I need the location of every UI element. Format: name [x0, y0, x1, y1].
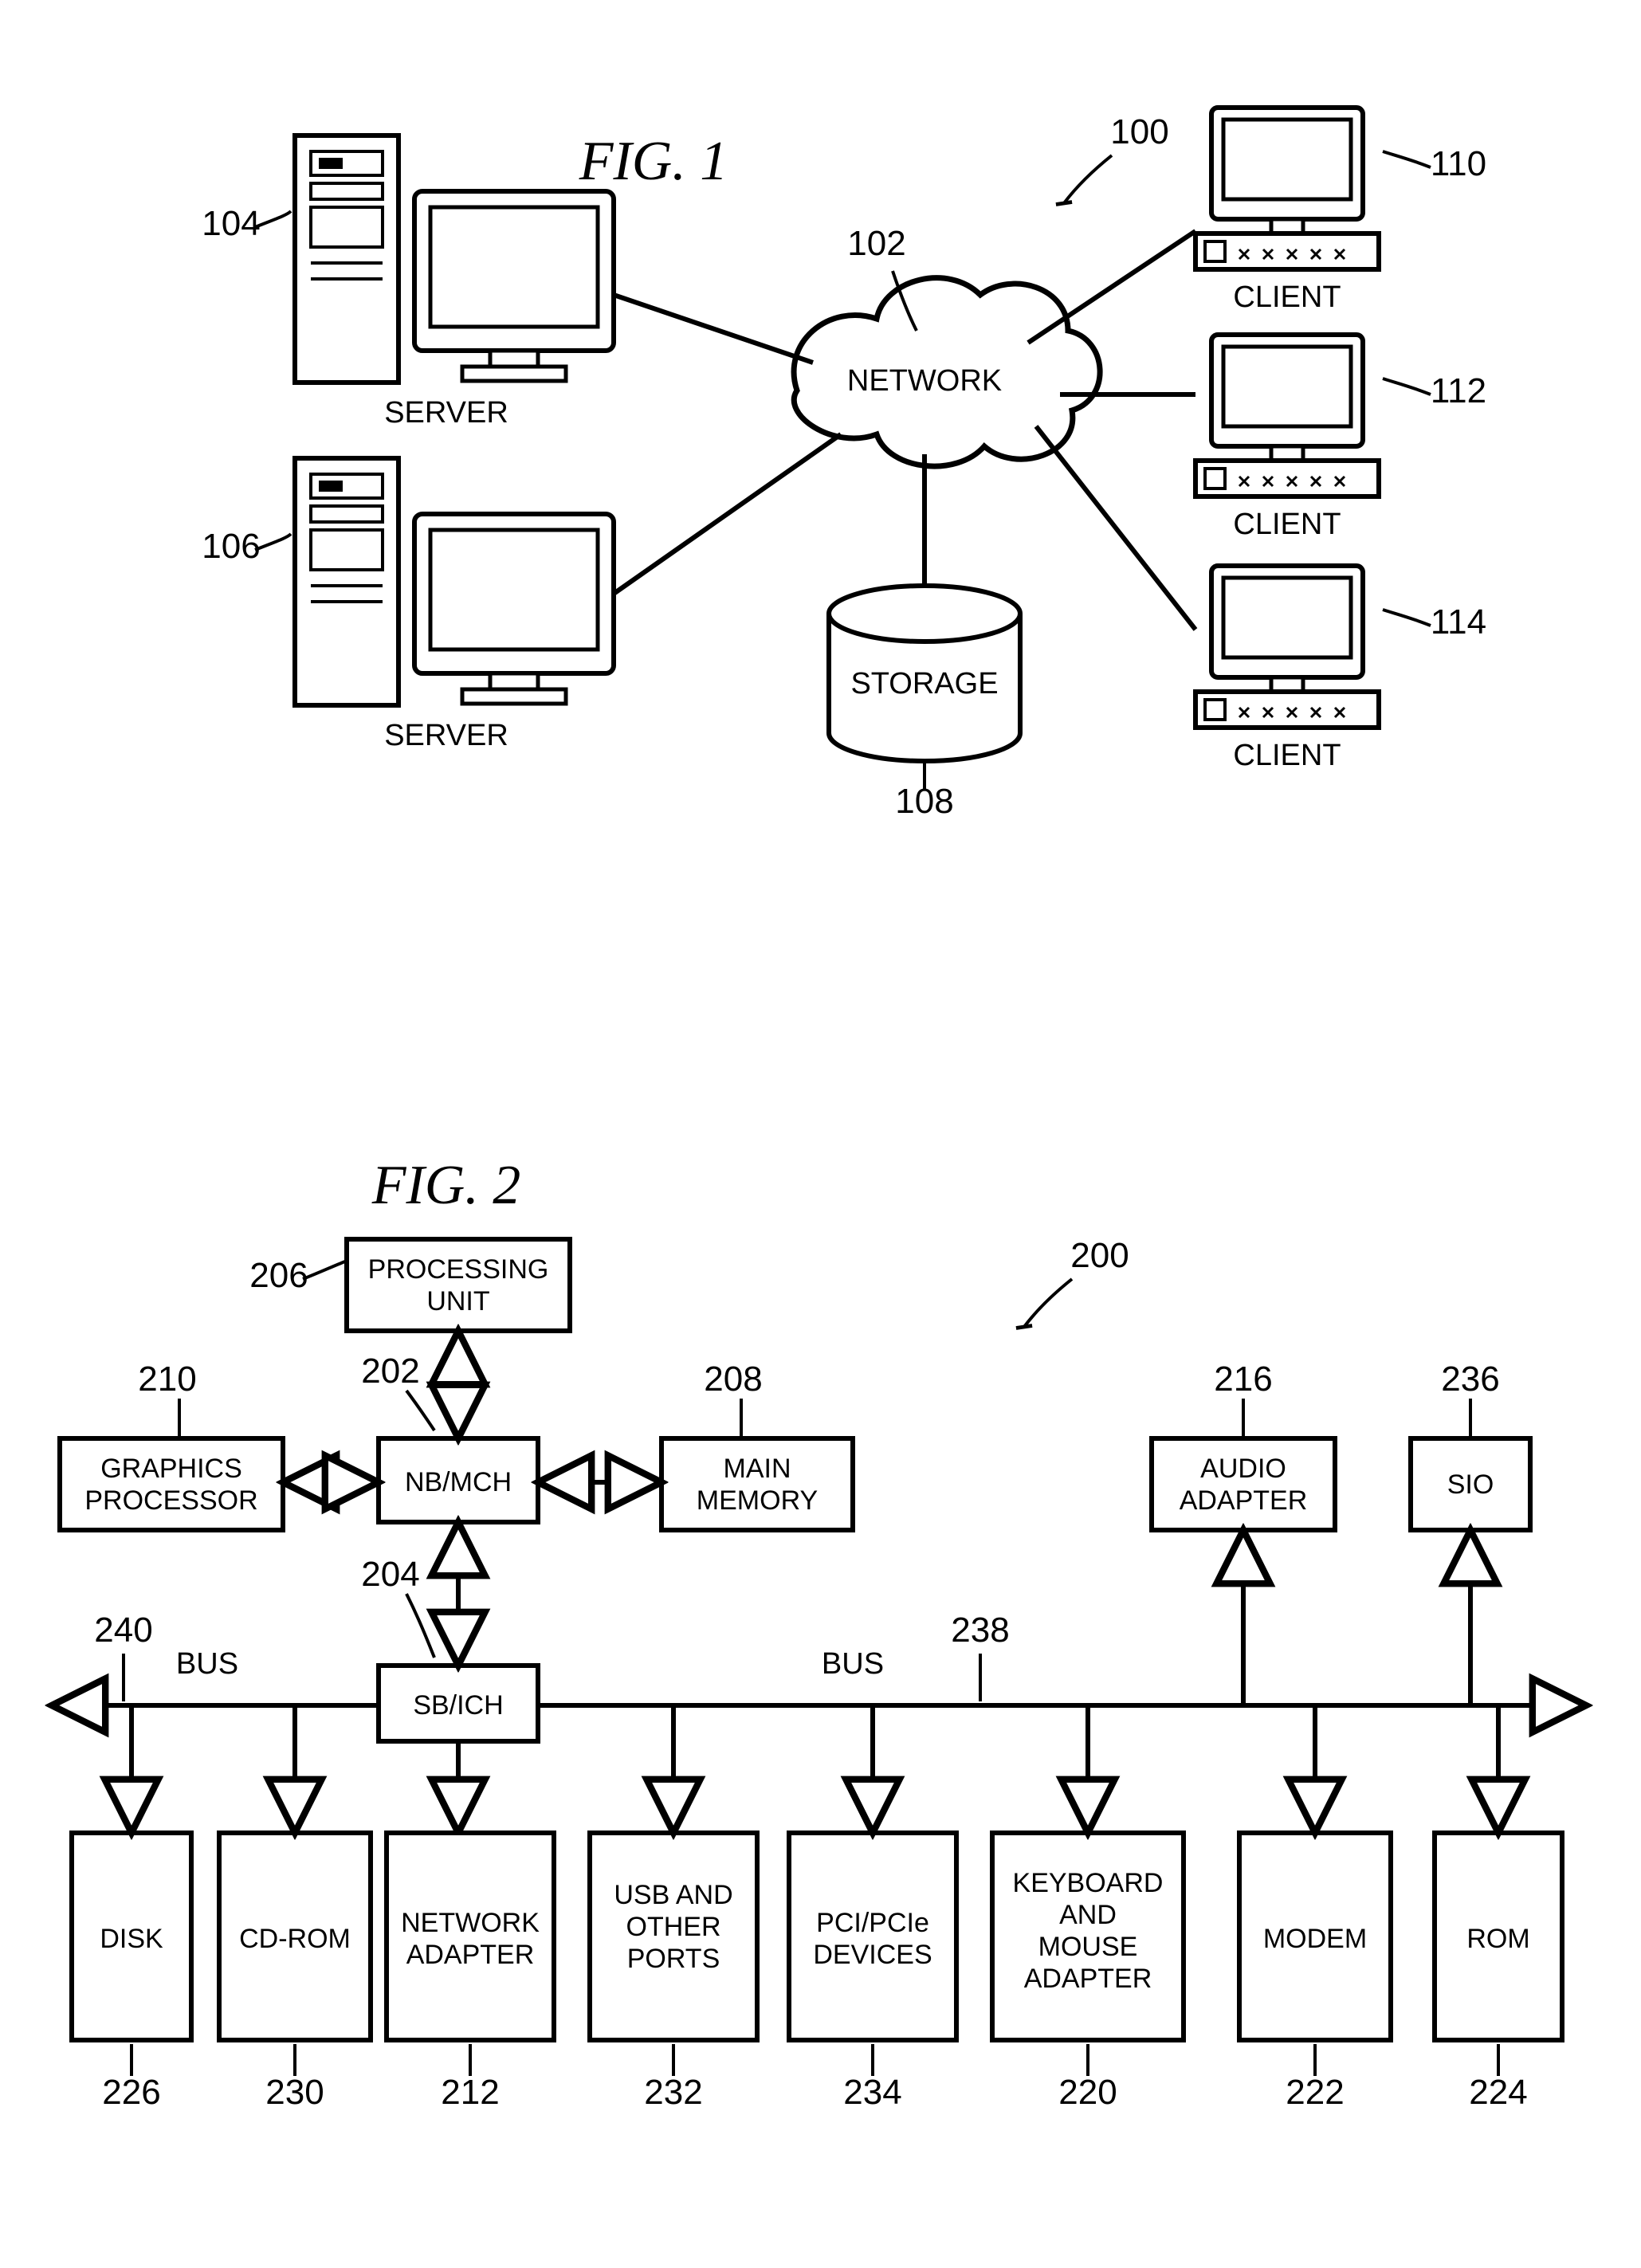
svg-text:DEVICES: DEVICES — [813, 1940, 932, 1970]
figure-2: FIG. 2 200 PROCESSING UNIT 206 NB/MCH 20… — [52, 1155, 1586, 2112]
diagram-canvas: FIG. 1 NETWORK 102 100 SERVER 10 — [0, 0, 1641, 2268]
mainmem-box — [662, 1438, 853, 1530]
svg-text:USB AND: USB AND — [614, 1880, 732, 1910]
rom-label: ROM — [1466, 1924, 1529, 1954]
figure-1: FIG. 1 NETWORK 102 100 SERVER 10 — [202, 108, 1486, 821]
audio-box — [1152, 1438, 1335, 1530]
storage-label: STORAGE — [850, 667, 998, 700]
svg-text:AUDIO: AUDIO — [1200, 1454, 1286, 1484]
ref-226: 226 — [102, 2073, 160, 2112]
ref-230: 230 — [265, 2073, 324, 2112]
fig2-title: FIG. 2 — [371, 1155, 521, 1216]
client1-label: CLIENT — [1233, 281, 1341, 314]
server-2 — [295, 458, 614, 705]
ref-204: 204 — [361, 1555, 419, 1594]
ref-216: 216 — [1214, 1360, 1272, 1399]
svg-text:PORTS: PORTS — [627, 1944, 720, 1974]
svg-text:MAIN: MAIN — [724, 1454, 791, 1484]
client3-label: CLIENT — [1233, 739, 1341, 772]
ref-238: 238 — [951, 1611, 1009, 1650]
ref-202: 202 — [361, 1352, 419, 1391]
client-3 — [1195, 566, 1379, 728]
disk-label: DISK — [100, 1924, 163, 1954]
sbich-label: SB/ICH — [413, 1690, 503, 1721]
network-cloud: NETWORK — [794, 278, 1100, 466]
ref-210: 210 — [138, 1360, 196, 1399]
processing-unit-label-2: UNIT — [426, 1286, 489, 1316]
gfx-box — [60, 1438, 283, 1530]
ref-106: 106 — [202, 527, 260, 566]
svg-text:MEMORY: MEMORY — [697, 1485, 818, 1516]
ref-234: 234 — [843, 2073, 901, 2112]
ref-222: 222 — [1286, 2073, 1344, 2112]
ref-200: 200 — [1070, 1236, 1129, 1275]
svg-text:NETWORK: NETWORK — [401, 1908, 540, 1938]
sio-label: SIO — [1447, 1469, 1494, 1500]
svg-text:ADAPTER: ADAPTER — [1180, 1485, 1308, 1516]
fig1-title: FIG. 1 — [579, 131, 728, 192]
ref-212: 212 — [441, 2073, 499, 2112]
cdrom-label: CD-ROM — [239, 1924, 351, 1954]
server-1 — [295, 135, 614, 383]
ref-240: 240 — [94, 1611, 152, 1650]
svg-text:PROCESSOR: PROCESSOR — [84, 1485, 257, 1516]
storage: STORAGE — [829, 586, 1020, 761]
page: FIG. 1 NETWORK 102 100 SERVER 10 — [0, 0, 1641, 2268]
client-2 — [1195, 335, 1379, 496]
ref-102: 102 — [847, 224, 905, 263]
ref-236: 236 — [1441, 1360, 1499, 1399]
nbmch-label: NB/MCH — [405, 1467, 512, 1497]
svg-text:OTHER: OTHER — [626, 1912, 721, 1942]
ref-114: 114 — [1431, 602, 1486, 642]
ref-224: 224 — [1469, 2073, 1527, 2112]
ref-220: 220 — [1058, 2073, 1117, 2112]
ref-206: 206 — [249, 1256, 308, 1295]
svg-text:MOUSE: MOUSE — [1038, 1932, 1138, 1962]
server2-label: SERVER — [384, 719, 508, 752]
svg-text:ADAPTER: ADAPTER — [1024, 1964, 1152, 1994]
server1-label: SERVER — [384, 396, 508, 430]
svg-text:ADAPTER: ADAPTER — [406, 1940, 535, 1970]
ref-104: 104 — [202, 204, 260, 243]
svg-text:GRAPHICS: GRAPHICS — [100, 1454, 242, 1484]
svg-text:PCI/PCIe: PCI/PCIe — [816, 1908, 929, 1938]
ref-232: 232 — [644, 2073, 702, 2112]
modem-label: MODEM — [1263, 1924, 1367, 1954]
processing-unit-label-1: PROCESSING — [368, 1254, 549, 1285]
bus-label-right: BUS — [822, 1647, 884, 1681]
svg-text:AND: AND — [1059, 1900, 1117, 1930]
bus-label-left: BUS — [176, 1647, 238, 1681]
ref-208: 208 — [704, 1360, 762, 1399]
network-label: NETWORK — [847, 364, 1002, 398]
ref-112: 112 — [1431, 371, 1486, 410]
processing-unit-box — [347, 1239, 570, 1331]
ref-110: 110 — [1431, 144, 1486, 183]
ref-100: 100 — [1110, 112, 1168, 151]
client2-label: CLIENT — [1233, 508, 1341, 541]
client-1 — [1195, 108, 1379, 269]
svg-text:KEYBOARD: KEYBOARD — [1013, 1868, 1164, 1898]
